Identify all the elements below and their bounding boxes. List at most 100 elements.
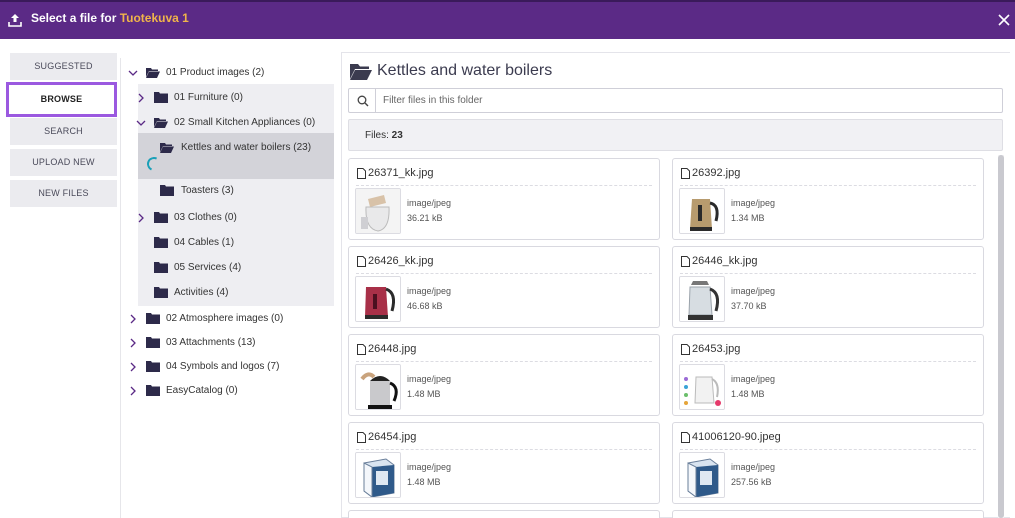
file-size: 46.68 kB — [407, 301, 443, 311]
tree-item-label: 02 Small Kitchen Appliances (0) — [174, 117, 316, 128]
tree-item-label: EasyCatalog (0) — [166, 385, 238, 396]
tree-item-label: 03 Clothes (0) — [174, 212, 237, 223]
file-mime-type: image/jpeg — [731, 462, 776, 472]
file-icon — [357, 344, 366, 355]
file-mime-type: image/jpeg — [731, 374, 776, 384]
file-card[interactable]: 26371_kk.jpg image/jpeg 36.21 kB — [348, 158, 660, 240]
folder-icon — [146, 385, 160, 396]
file-name: 41006120-90.jpeg — [692, 431, 781, 443]
gold-kettle-icon — [679, 188, 725, 234]
filter-input[interactable] — [383, 92, 983, 109]
tab-browse[interactable]: BROWSE — [6, 82, 117, 117]
file-card[interactable]: 26454.jpg image/jpeg 1.48 MB — [348, 422, 660, 504]
folder-icon — [154, 287, 168, 298]
search-divider — [375, 89, 376, 112]
file-icon — [357, 256, 366, 267]
chevron-right-icon[interactable] — [136, 213, 146, 223]
folder-icon — [146, 313, 160, 324]
white-kettle-dots-icon — [679, 364, 725, 410]
dialog-title: Select a file for Tuotekuva 1 — [31, 11, 189, 25]
card-divider — [356, 273, 652, 274]
tree-item-label: 01 Furniture (0) — [174, 92, 243, 103]
tab-suggested[interactable]: SUGGESTED — [10, 53, 117, 80]
tab-new-files[interactable]: NEW FILES — [10, 180, 117, 207]
file-card[interactable]: 26453.jpg image/jpeg 1.48 MB — [672, 334, 984, 416]
tree-item-label: 02 Atmosphere images (0) — [166, 313, 284, 324]
folder-open-icon — [160, 143, 174, 153]
file-card[interactable]: 41006120-90.jpeg image/jpeg 257.56 kB — [672, 422, 984, 504]
file-name: 26454.jpg — [368, 431, 417, 443]
file-card[interactable]: 26392.jpg image/jpeg 1.34 MB — [672, 158, 984, 240]
file-mime-type: image/jpeg — [407, 462, 452, 472]
white-kettle-hand-icon — [355, 188, 401, 234]
mode-tabs: SUGGESTED BROWSE SEARCH UPLOAD NEW NEW F… — [6, 53, 117, 211]
tree-item-label: 04 Cables (1) — [174, 237, 235, 248]
tab-search[interactable]: SEARCH — [10, 118, 117, 145]
chevron-right-icon[interactable] — [128, 314, 138, 324]
file-name: 26371_kk.jpg — [368, 167, 434, 179]
file-mime-type: image/jpeg — [731, 198, 776, 208]
card-divider — [680, 449, 976, 450]
file-icon — [681, 256, 690, 267]
folder-icon — [154, 237, 168, 248]
card-divider — [356, 449, 652, 450]
folder-icon — [154, 212, 168, 223]
file-size: 37.70 kB — [731, 301, 767, 311]
dialog-title-target: Tuotekuva 1 — [119, 11, 189, 25]
file-count: Files: 23 — [365, 130, 403, 141]
folder-icon — [146, 337, 160, 348]
tree-selected-row — [138, 133, 334, 179]
scrollbar-thumb[interactable] — [998, 155, 1004, 518]
chevron-down-icon[interactable] — [136, 118, 146, 128]
card-divider — [356, 361, 652, 362]
file-name: 26446_kk.jpg — [692, 255, 758, 267]
chevron-right-icon[interactable] — [128, 362, 138, 372]
kettle-box-icon — [355, 452, 401, 498]
chevron-down-icon[interactable] — [128, 68, 138, 78]
filter-search-box[interactable] — [348, 88, 1003, 113]
chevron-right-icon[interactable] — [136, 93, 146, 103]
upload-icon — [8, 14, 22, 27]
red-kettle-icon — [355, 276, 401, 322]
file-card[interactable]: 26426_kk.jpg image/jpeg 46.68 kB — [348, 246, 660, 328]
close-icon[interactable] — [996, 12, 1012, 28]
file-mime-type: image/jpeg — [407, 374, 452, 384]
file-icon — [681, 168, 690, 179]
folder-icon — [146, 361, 160, 372]
file-size: 1.48 MB — [731, 389, 765, 399]
tree-item-label: 05 Services (4) — [174, 262, 242, 273]
dialog-title-prefix: Select a file for — [31, 11, 120, 25]
file-size: 1.48 MB — [407, 477, 441, 487]
folder-open-icon — [350, 64, 372, 80]
glass-kettle-icon — [679, 276, 725, 322]
file-icon — [357, 432, 366, 443]
tree-item-label: Toasters (3) — [181, 185, 234, 196]
file-icon — [357, 168, 366, 179]
file-count-label: Files: — [365, 130, 392, 141]
file-size: 36.21 kB — [407, 213, 443, 223]
file-card-partial[interactable] — [348, 510, 660, 518]
folder-open-icon — [154, 118, 168, 128]
file-mime-type: image/jpeg — [407, 198, 452, 208]
tree-item-label: 01 Product images (2) — [166, 67, 265, 78]
tree-item-label: Kettles and water boilers (23) — [181, 142, 312, 153]
file-count-bar: Files: 23 — [348, 119, 1003, 151]
file-size: 257.56 kB — [731, 477, 772, 487]
file-size: 1.48 MB — [407, 389, 441, 399]
chevron-right-icon[interactable] — [128, 338, 138, 348]
file-name: 26426_kk.jpg — [368, 255, 434, 267]
chevron-right-icon[interactable] — [128, 386, 138, 396]
folder-open-icon — [146, 68, 160, 78]
file-name: 26453.jpg — [692, 343, 741, 355]
tab-upload-new[interactable]: UPLOAD NEW — [10, 149, 117, 176]
folder-title: Kettles and water boilers — [377, 62, 553, 79]
file-icon — [681, 344, 690, 355]
file-card-partial[interactable] — [672, 510, 984, 518]
file-card[interactable]: 26448.jpg image/jpeg 1.48 MB — [348, 334, 660, 416]
file-name: 26448.jpg — [368, 343, 417, 355]
folder-icon — [154, 92, 168, 103]
card-divider — [680, 185, 976, 186]
tree-item-label: 04 Symbols and logos (7) — [166, 361, 280, 372]
file-card[interactable]: 26446_kk.jpg image/jpeg 37.70 kB — [672, 246, 984, 328]
file-mime-type: image/jpeg — [407, 286, 452, 296]
